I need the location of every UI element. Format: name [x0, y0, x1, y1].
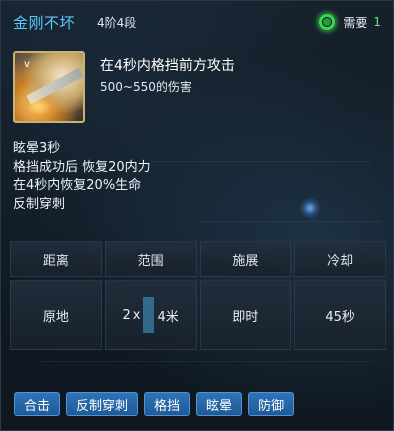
stat-value-cast: 即时: [199, 280, 292, 350]
effect-line: 眩晕3秒: [13, 141, 61, 156]
green-ring-icon: [317, 12, 338, 32]
tag-stun[interactable]: 眩晕: [196, 392, 243, 416]
background-line: [41, 361, 371, 362]
skill-name: 金刚不坏: [13, 14, 76, 32]
skill-tooltip-panel: 金刚不坏 4阶4段 需要 1 v 在4秒内格挡前方攻击 500~550的伤害 眩…: [0, 0, 394, 431]
stat-header-cooldown: 冷却: [294, 241, 386, 277]
background-line: [201, 221, 381, 222]
effect-line: 反制穿刺: [13, 196, 66, 212]
requirement-value: 1: [373, 15, 381, 29]
stat-header-range: 范围: [104, 241, 197, 277]
skill-icon: v: [13, 51, 85, 123]
stat-header-cast: 施展: [199, 241, 292, 277]
range-indicator: [143, 297, 155, 333]
stats-grid: 距离 范围 施展 冷却 原地 2 x 4米 即时 45秒: [10, 241, 386, 350]
v-mark-icon: v: [24, 59, 30, 70]
stat-value-cooldown: 45秒: [294, 280, 386, 350]
requirement-label: 需要: [343, 15, 368, 30]
skill-description: 在4秒内格挡前方攻击: [100, 58, 235, 74]
tag-block[interactable]: 格挡: [144, 392, 191, 416]
sparkle-effect: [299, 197, 321, 219]
skill-tier: 4阶4段: [97, 16, 137, 30]
background-line: [151, 161, 371, 162]
effect-line: 在4秒内恢复20%生命: [13, 178, 142, 193]
effects-list: 眩晕3秒 格挡成功后 恢复20内力 在4秒内恢复20%生命 反制穿刺: [13, 140, 151, 214]
stat-value-distance: 原地: [10, 280, 102, 350]
skill-damage: 500~550的伤害: [100, 80, 192, 94]
range-length: 4米: [157, 309, 179, 325]
stat-value-range: 2 x 4米: [104, 280, 197, 350]
tag-counter-pierce[interactable]: 反制穿刺: [66, 392, 139, 416]
effect-line: 格挡成功后 恢复20内力: [13, 159, 151, 175]
skill-tags: 合击 反制穿刺 格挡 眩晕 防御: [14, 392, 295, 416]
range-separator: x: [132, 307, 141, 323]
requirement: 需要 1: [317, 12, 381, 32]
stat-header-distance: 距离: [10, 241, 102, 277]
tag-defense[interactable]: 防御: [248, 392, 295, 416]
tag-combo[interactable]: 合击: [14, 392, 61, 416]
range-width: 2: [122, 307, 131, 323]
